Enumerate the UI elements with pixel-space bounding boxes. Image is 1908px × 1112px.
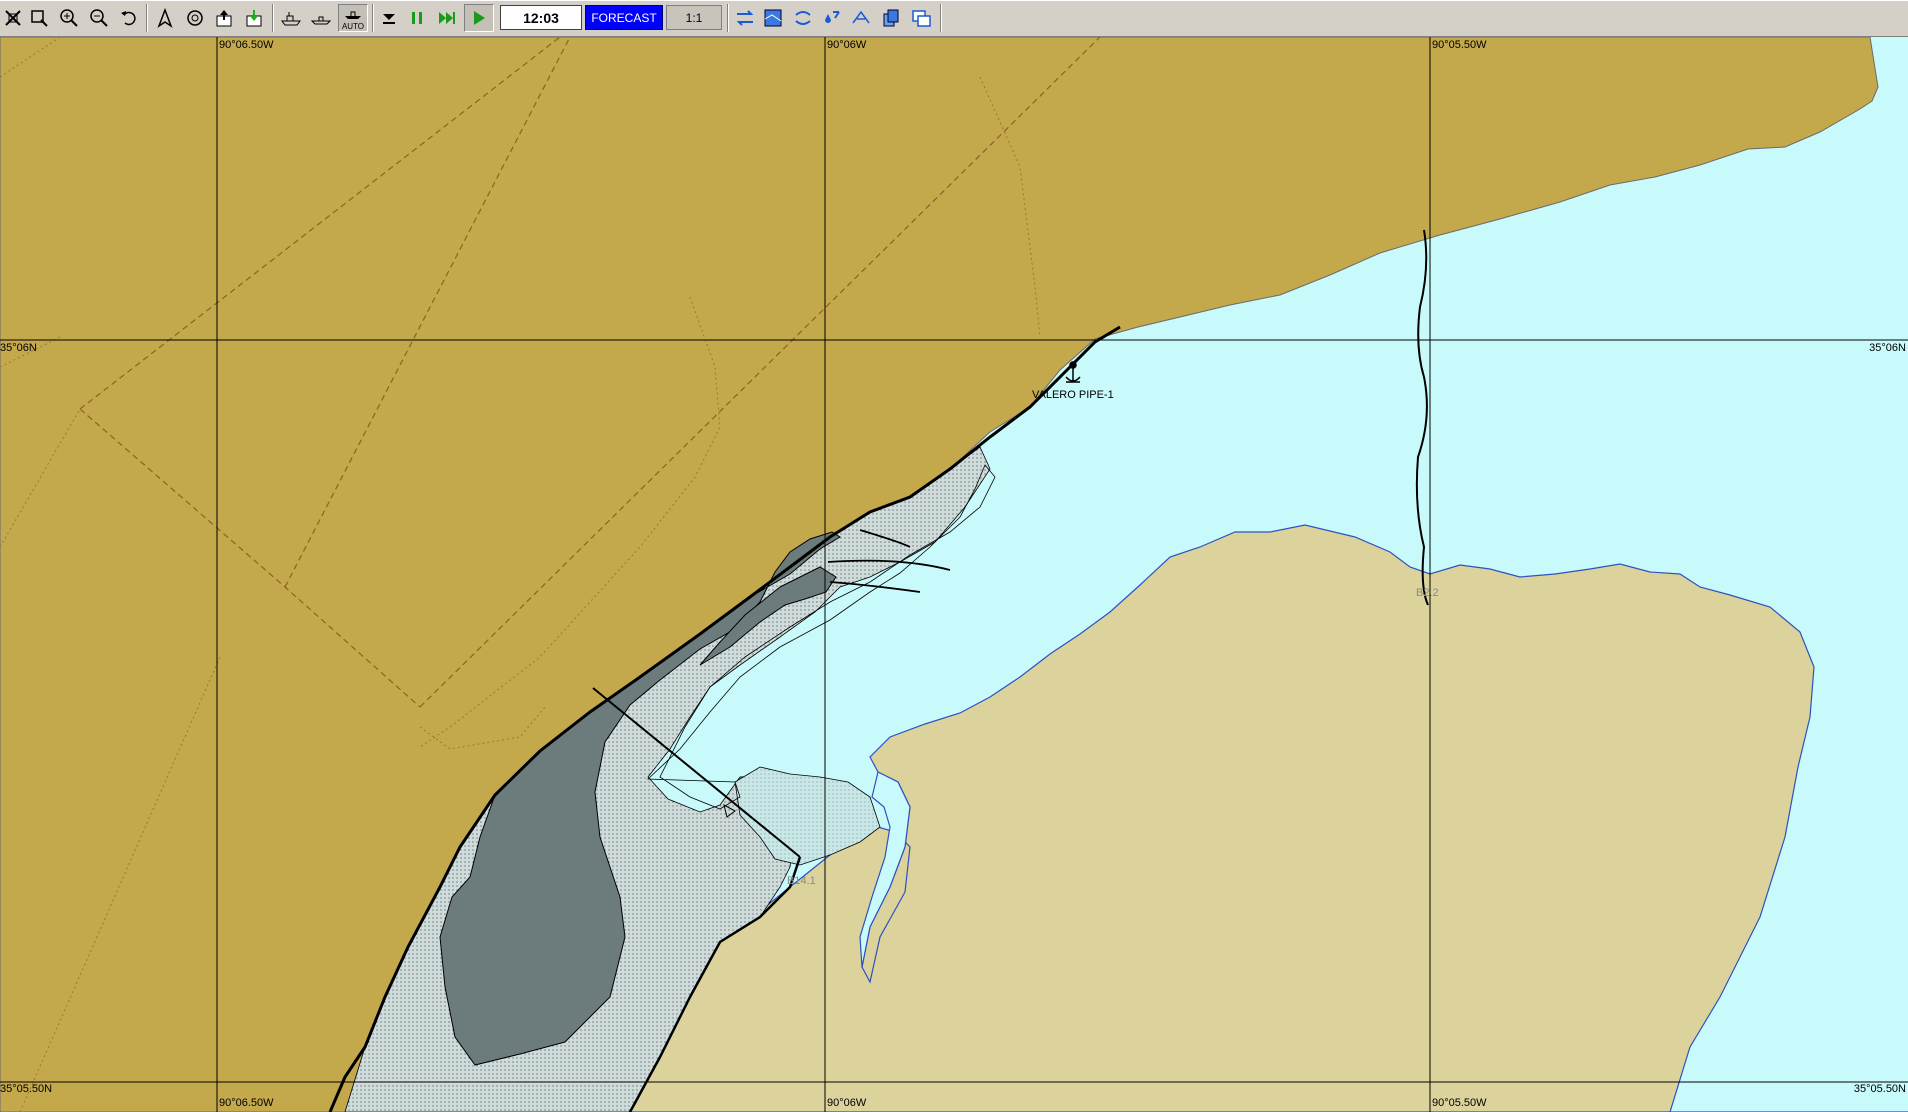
download-icon [383, 14, 395, 24]
play-button[interactable] [464, 4, 494, 32]
fast-forward-icon [439, 12, 455, 24]
import-button[interactable] [242, 4, 268, 32]
longitude-label-bottom: 90°06.50W [219, 1097, 274, 1109]
longitude-label: 90°05.50W [1432, 39, 1487, 51]
export-button[interactable] [212, 4, 238, 32]
download-button[interactable] [376, 4, 402, 32]
feature-label-valero-pipe[interactable]: VALERO PIPE-1 [1032, 389, 1114, 401]
undo-button[interactable] [116, 4, 142, 32]
water-drop-icon [825, 11, 840, 23]
auto-label: AUTO [341, 22, 365, 31]
longitude-label: 90°06.50W [219, 39, 274, 51]
water-drop-button[interactable] [818, 4, 844, 32]
longitude-label-bottom: 90°05.50W [1432, 1097, 1487, 1109]
copy-layers-button[interactable] [878, 4, 904, 32]
longitude-label-bottom: 90°06W [827, 1097, 867, 1109]
zoom-out-button[interactable] [86, 4, 112, 32]
undo-icon [121, 11, 136, 26]
latitude-label: 35°06N [0, 342, 37, 354]
zoom-out-icon [90, 9, 108, 27]
ship-outline-button[interactable] [308, 4, 334, 32]
route-icon [795, 11, 811, 25]
fast-forward-button[interactable] [434, 4, 460, 32]
north-arrow-button[interactable] [152, 4, 178, 32]
longitude-label: 90°06W [827, 39, 867, 51]
zoom-in-button[interactable] [56, 4, 82, 32]
north-arrow-icon [157, 7, 173, 28]
exit-icon [5, 10, 21, 26]
layers-arrows-icon [736, 10, 754, 26]
chart-canvas[interactable]: 90°06.50W 90°06W 90°05.50W 90°06.50W 90°… [0, 37, 1908, 1112]
toolbar: AUTO 12:03 FORECAST 1:1 [0, 0, 1908, 37]
target-icon [187, 10, 203, 26]
route-button[interactable] [790, 4, 816, 32]
chart-layers-icon [764, 9, 782, 27]
export-icon [216, 10, 232, 27]
zoom-in-icon [60, 9, 78, 27]
exit-button[interactable] [0, 4, 26, 32]
chart-layers-button[interactable] [760, 4, 786, 32]
play-icon [474, 11, 485, 25]
layers-arrows-button[interactable] [732, 4, 758, 32]
aircraft-icon [852, 10, 870, 24]
ship-outline-icon [310, 16, 332, 25]
nautical-chart [0, 37, 1908, 1112]
latitude-label-right: 35°06N [1869, 342, 1906, 354]
windows-button[interactable] [908, 4, 934, 32]
ship-icon [281, 12, 301, 26]
latitude-label: 35°05.50N [0, 1083, 53, 1095]
copy-layers-icon [883, 9, 899, 27]
aircraft-button[interactable] [848, 4, 874, 32]
time-display[interactable]: 12:03 [500, 5, 582, 30]
auto-ship-button[interactable]: AUTO [338, 4, 368, 32]
windows-icon [912, 10, 931, 27]
pause-icon [412, 12, 422, 24]
select-area-icon [31, 10, 48, 27]
depth-label: B2.2 [1416, 587, 1439, 599]
import-icon [246, 10, 262, 27]
ship-button[interactable] [278, 4, 304, 32]
pause-button[interactable] [404, 4, 430, 32]
scale-button[interactable]: 1:1 [666, 5, 722, 30]
select-area-button[interactable] [26, 4, 52, 32]
target-button[interactable] [182, 4, 208, 32]
forecast-button[interactable]: FORECAST [585, 5, 663, 30]
depth-label: B14.1 [787, 875, 816, 887]
latitude-label-right: 35°05.50N [1853, 1083, 1906, 1095]
